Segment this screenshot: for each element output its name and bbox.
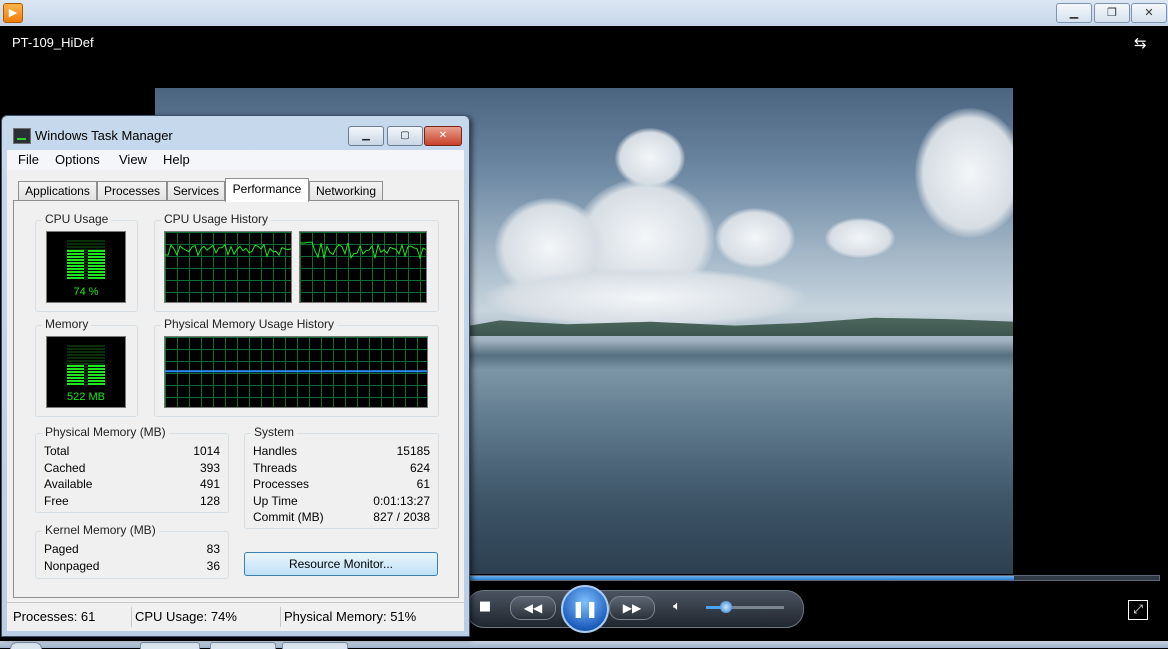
stat-row: Available 491: [44, 477, 220, 493]
stat-label: Nonpaged: [44, 559, 100, 573]
cpu-history-line: [165, 243, 291, 258]
speaker-icon[interactable]: 🔈︎: [668, 598, 686, 616]
cpu-history-group: CPU Usage History: [154, 212, 439, 312]
cpu-usage-group: CPU Usage 74 %: [35, 212, 138, 312]
stat-row: Nonpaged 36: [44, 559, 220, 575]
stat-value: 624: [409, 461, 430, 475]
seek-bar[interactable]: [468, 575, 1160, 581]
task-manager-icon: [13, 128, 31, 144]
memory-history-graph: [164, 336, 428, 408]
status-physical-memory: Physical Memory: 51%: [284, 609, 417, 624]
video-title: PT-109_HiDef: [12, 35, 94, 50]
physical-memory-label: Physical Memory (MB): [42, 425, 169, 439]
pause-icon[interactable]: ❚❚: [561, 585, 609, 633]
tab-performance[interactable]: Performance: [225, 178, 309, 202]
menu-bar: File Options View Help: [7, 150, 464, 170]
physical-memory-group: Physical Memory (MB) Total 1014 Cached 393…: [35, 425, 229, 513]
kernel-memory-label: Kernel Memory (MB): [42, 523, 159, 537]
stat-value: 491: [199, 477, 220, 491]
status-bar: Processes: 61 CPU Usage: 74% Physical Me…: [7, 602, 464, 631]
cpu-usage-label: CPU Usage: [42, 212, 112, 226]
stat-value: 83: [206, 542, 220, 556]
system-label: System: [251, 425, 298, 439]
tab-applications[interactable]: Applications: [18, 181, 97, 201]
player-close-button[interactable]: ✕: [1131, 3, 1167, 23]
menu-file[interactable]: File: [18, 152, 39, 167]
fast-forward-icon[interactable]: ▶▶: [609, 596, 655, 620]
stat-label: Total: [44, 444, 70, 458]
memory-history-label: Physical Memory Usage History: [161, 317, 338, 331]
stat-label: Processes: [253, 477, 310, 491]
player-titlebar: ▶ ▁ ❐ ✕: [0, 0, 1168, 27]
stat-value: 393: [199, 461, 220, 475]
stat-row: Paged 83: [44, 542, 220, 558]
stat-label: Threads: [253, 461, 298, 475]
memory-group: Memory 522 MB: [35, 317, 138, 417]
fullscreen-icon[interactable]: ⤢: [1128, 600, 1148, 620]
media-player-icon[interactable]: ▶: [3, 3, 23, 23]
resource-monitor-button[interactable]: Resource Monitor...: [244, 552, 438, 576]
volume-slider[interactable]: [706, 601, 784, 613]
stat-row: Total 1014: [44, 444, 220, 460]
cpu-history-label: CPU Usage History: [161, 212, 272, 226]
stat-row: Processes 61: [253, 477, 430, 493]
stop-icon[interactable]: ■: [476, 598, 494, 616]
menu-view[interactable]: View: [119, 152, 147, 167]
cpu-history-line: [300, 241, 426, 260]
stat-value: 61: [416, 477, 430, 491]
task-manager-window: Windows Task Manager ▁ ▢ ✕ File Options …: [1, 115, 470, 637]
system-group: System Handles 15185 Threads 624 Processes…: [244, 425, 439, 529]
cpu-history-graph-core2: [299, 231, 427, 303]
stat-row: Handles 15185: [253, 444, 430, 460]
tab-networking[interactable]: Networking: [309, 181, 383, 201]
maximize-button[interactable]: ▢: [387, 126, 423, 146]
stat-value: 0:01:13:27: [373, 494, 430, 508]
stat-value: 15185: [396, 444, 430, 458]
tab-processes[interactable]: Processes: [97, 181, 167, 201]
stat-value: 1014: [193, 444, 220, 458]
stat-label: Free: [44, 494, 69, 508]
stat-row: Cached 393: [44, 461, 220, 477]
cpu-usage-value: 74 %: [73, 286, 99, 298]
tab-services[interactable]: Services: [167, 181, 225, 201]
stat-label: Cached: [44, 461, 86, 475]
minimize-button[interactable]: ▁: [348, 126, 384, 146]
player-restore-button[interactable]: ❐: [1094, 3, 1130, 23]
rewind-icon[interactable]: ◀◀: [510, 596, 556, 620]
stat-row: Commit (MB) 827 / 2038: [253, 510, 430, 526]
stat-value: 827 / 2038: [373, 510, 430, 524]
window-title: Windows Task Manager: [35, 128, 173, 143]
switch-to-library-icon[interactable]: ⇆: [1134, 34, 1156, 52]
cpu-usage-meter: 74 %: [46, 231, 126, 303]
cpu-history-graph-core1: [164, 231, 292, 303]
status-processes: Processes: 61: [9, 607, 132, 627]
close-button[interactable]: ✕: [424, 126, 462, 146]
memory-meter: 522 MB: [46, 336, 126, 408]
stat-label: Handles: [253, 444, 298, 458]
memory-value: 522 MB: [67, 391, 105, 403]
menu-options[interactable]: Options: [55, 152, 100, 167]
kernel-memory-group: Kernel Memory (MB) Paged 83 Nonpaged 36: [35, 523, 229, 579]
stat-label: Paged: [44, 542, 79, 556]
stat-label: Commit (MB): [253, 510, 324, 524]
stat-row: Threads 624: [253, 461, 430, 477]
memory-history-group: Physical Memory Usage History: [154, 317, 439, 417]
player-minimize-button[interactable]: ▁: [1056, 3, 1092, 23]
stat-row: Up Time 0:01:13:27: [253, 494, 430, 510]
stat-label: Up Time: [253, 494, 298, 508]
stat-label: Available: [44, 477, 93, 491]
stat-value: 36: [206, 559, 220, 573]
stat-row: Free 128: [44, 494, 220, 510]
memory-label: Memory: [42, 317, 92, 331]
status-cpu-usage: CPU Usage: 74%: [131, 607, 281, 627]
stat-value: 128: [199, 494, 220, 508]
menu-help[interactable]: Help: [163, 152, 190, 167]
